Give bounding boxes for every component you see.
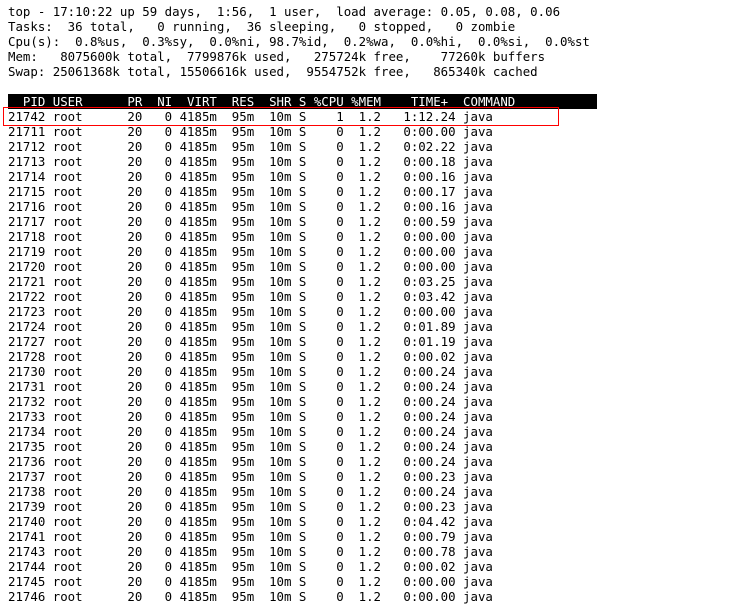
process-row[interactable]: 21746 root 20 0 4185m 95m 10m S 0 1.2 0:…	[8, 589, 725, 604]
process-row[interactable]: 21743 root 20 0 4185m 95m 10m S 0 1.2 0:…	[8, 544, 725, 559]
process-row[interactable]: 21738 root 20 0 4185m 95m 10m S 0 1.2 0:…	[8, 484, 725, 499]
process-row[interactable]: 21734 root 20 0 4185m 95m 10m S 0 1.2 0:…	[8, 424, 725, 439]
process-row[interactable]: 21740 root 20 0 4185m 95m 10m S 0 1.2 0:…	[8, 514, 725, 529]
process-row[interactable]: 21732 root 20 0 4185m 95m 10m S 0 1.2 0:…	[8, 394, 725, 409]
process-row[interactable]: 21723 root 20 0 4185m 95m 10m S 0 1.2 0:…	[8, 304, 725, 319]
process-row[interactable]: 21739 root 20 0 4185m 95m 10m S 0 1.2 0:…	[8, 499, 725, 514]
process-row[interactable]: 21722 root 20 0 4185m 95m 10m S 0 1.2 0:…	[8, 289, 725, 304]
process-row[interactable]: 21741 root 20 0 4185m 95m 10m S 0 1.2 0:…	[8, 529, 725, 544]
process-row[interactable]: 21716 root 20 0 4185m 95m 10m S 0 1.2 0:…	[8, 199, 725, 214]
process-row[interactable]: 21720 root 20 0 4185m 95m 10m S 0 1.2 0:…	[8, 259, 725, 274]
process-row[interactable]: 21717 root 20 0 4185m 95m 10m S 0 1.2 0:…	[8, 214, 725, 229]
mem-line: Mem: 8075600k total, 7799876k used, 2757…	[8, 49, 725, 64]
process-list[interactable]: 21742 root 20 0 4185m 95m 10m S 1 1.2 1:…	[8, 109, 725, 604]
cpu-line: Cpu(s): 0.8%us, 0.3%sy, 0.0%ni, 98.7%id,…	[8, 34, 725, 49]
process-row[interactable]: 21731 root 20 0 4185m 95m 10m S 0 1.2 0:…	[8, 379, 725, 394]
blank-line	[8, 79, 725, 94]
process-row[interactable]: 21715 root 20 0 4185m 95m 10m S 0 1.2 0:…	[8, 184, 725, 199]
process-row[interactable]: 21727 root 20 0 4185m 95m 10m S 0 1.2 0:…	[8, 334, 725, 349]
process-row[interactable]: 21724 root 20 0 4185m 95m 10m S 0 1.2 0:…	[8, 319, 725, 334]
process-row[interactable]: 21728 root 20 0 4185m 95m 10m S 0 1.2 0:…	[8, 349, 725, 364]
process-row[interactable]: 21736 root 20 0 4185m 95m 10m S 0 1.2 0:…	[8, 454, 725, 469]
process-row[interactable]: 21730 root 20 0 4185m 95m 10m S 0 1.2 0:…	[8, 364, 725, 379]
process-row[interactable]: 21744 root 20 0 4185m 95m 10m S 0 1.2 0:…	[8, 559, 725, 574]
process-row[interactable]: 21737 root 20 0 4185m 95m 10m S 0 1.2 0:…	[8, 469, 725, 484]
process-row[interactable]: 21735 root 20 0 4185m 95m 10m S 0 1.2 0:…	[8, 439, 725, 454]
process-row[interactable]: 21713 root 20 0 4185m 95m 10m S 0 1.2 0:…	[8, 154, 725, 169]
process-row[interactable]: 21719 root 20 0 4185m 95m 10m S 0 1.2 0:…	[8, 244, 725, 259]
process-row[interactable]: 21721 root 20 0 4185m 95m 10m S 0 1.2 0:…	[8, 274, 725, 289]
process-row[interactable]: 21711 root 20 0 4185m 95m 10m S 0 1.2 0:…	[8, 124, 725, 139]
tasks-line: Tasks: 36 total, 0 running, 36 sleeping,…	[8, 19, 725, 34]
process-row[interactable]: 21712 root 20 0 4185m 95m 10m S 0 1.2 0:…	[8, 139, 725, 154]
top-summary-line: top - 17:10:22 up 59 days, 1:56, 1 user,…	[8, 4, 725, 19]
process-row[interactable]: 21714 root 20 0 4185m 95m 10m S 0 1.2 0:…	[8, 169, 725, 184]
process-row[interactable]: 21742 root 20 0 4185m 95m 10m S 1 1.2 1:…	[8, 109, 725, 124]
process-row[interactable]: 21745 root 20 0 4185m 95m 10m S 0 1.2 0:…	[8, 574, 725, 589]
swap-line: Swap: 25061368k total, 15506616k used, 9…	[8, 64, 725, 79]
process-row[interactable]: 21733 root 20 0 4185m 95m 10m S 0 1.2 0:…	[8, 409, 725, 424]
column-header[interactable]: PID USER PR NI VIRT RES SHR S %CPU %MEM …	[8, 94, 597, 109]
process-row[interactable]: 21718 root 20 0 4185m 95m 10m S 0 1.2 0:…	[8, 229, 725, 244]
